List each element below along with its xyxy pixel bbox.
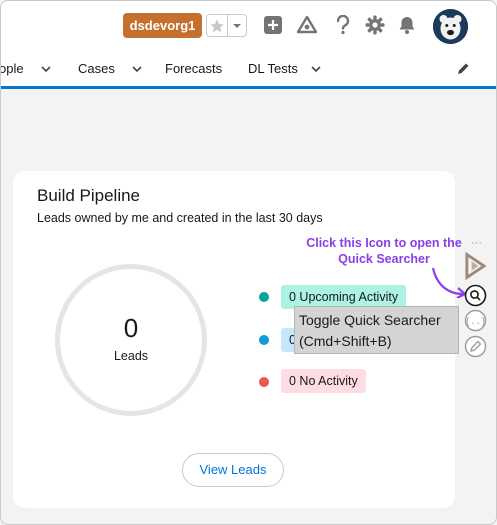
trailhead-icon[interactable] [296, 14, 318, 36]
quick-searcher-icon[interactable] [464, 284, 487, 307]
org-badge[interactable]: dsdevorg1 [123, 13, 202, 38]
legend-dot-overdue [259, 335, 269, 345]
chevron-down-icon[interactable] [131, 63, 143, 75]
avatar-icon[interactable] [433, 9, 468, 44]
nav-item-label: Forecasts [165, 61, 223, 76]
nav-item-label: Cases [78, 61, 115, 76]
legend-dot-upcoming [259, 292, 269, 302]
chevron-down-icon[interactable] [228, 15, 246, 36]
pencil-icon[interactable] [456, 62, 470, 76]
card-subtitle: Leads owned by me and created in the las… [37, 211, 323, 225]
leads-label: Leads [113, 349, 149, 363]
legend-no-activity[interactable]: 0 No Activity [281, 369, 366, 393]
logo-icon[interactable] [464, 252, 487, 280]
leads-donut: 0 Leads [55, 264, 207, 416]
legend-dot-no-activity [259, 377, 269, 387]
leads-count: 0 [123, 313, 139, 343]
nav-item-cases[interactable]: Cases [78, 61, 143, 76]
add-icon[interactable] [262, 14, 284, 36]
quick-searcher-tooltip: Toggle Quick Searcher (Cmd+Shift+B) [294, 306, 459, 354]
card-title: Build Pipeline [37, 186, 141, 205]
nav-bar: ople Cases Forecasts DL Tests [0, 51, 496, 89]
chevron-down-icon[interactable] [40, 63, 52, 75]
tooltip-line-2: (Cmd+Shift+B) [299, 333, 392, 349]
more-dots-icon[interactable]: ··· [471, 237, 482, 249]
star-icon[interactable] [207, 15, 229, 36]
svg-text:{..}: {..} [465, 317, 487, 327]
setup-gear-icon[interactable] [364, 14, 386, 36]
favorites-group [206, 14, 247, 37]
edit-pencil-icon[interactable] [464, 335, 487, 358]
view-leads-button[interactable]: View Leads [182, 453, 284, 487]
global-header: dsdevorg1 [1, 1, 496, 51]
nav-item-label: ople [0, 61, 24, 76]
app-window: dsdevorg1 ople Cases Forecasts DL Tests … [0, 0, 497, 525]
quick-searcher-hint: Click this Icon to open the Quick Search… [306, 236, 462, 266]
tooltip-line-1: Toggle Quick Searcher [299, 312, 441, 328]
bell-icon[interactable] [396, 14, 418, 36]
nav-item-people[interactable]: ople [0, 61, 52, 76]
chevron-down-icon[interactable] [310, 63, 322, 75]
code-icon[interactable]: {..} [464, 309, 487, 332]
nav-item-forecasts[interactable]: Forecasts [165, 61, 222, 76]
nav-item-label: DL Tests [248, 61, 298, 76]
nav-item-dl-tests[interactable]: DL Tests [248, 61, 322, 76]
help-icon[interactable] [332, 14, 354, 36]
